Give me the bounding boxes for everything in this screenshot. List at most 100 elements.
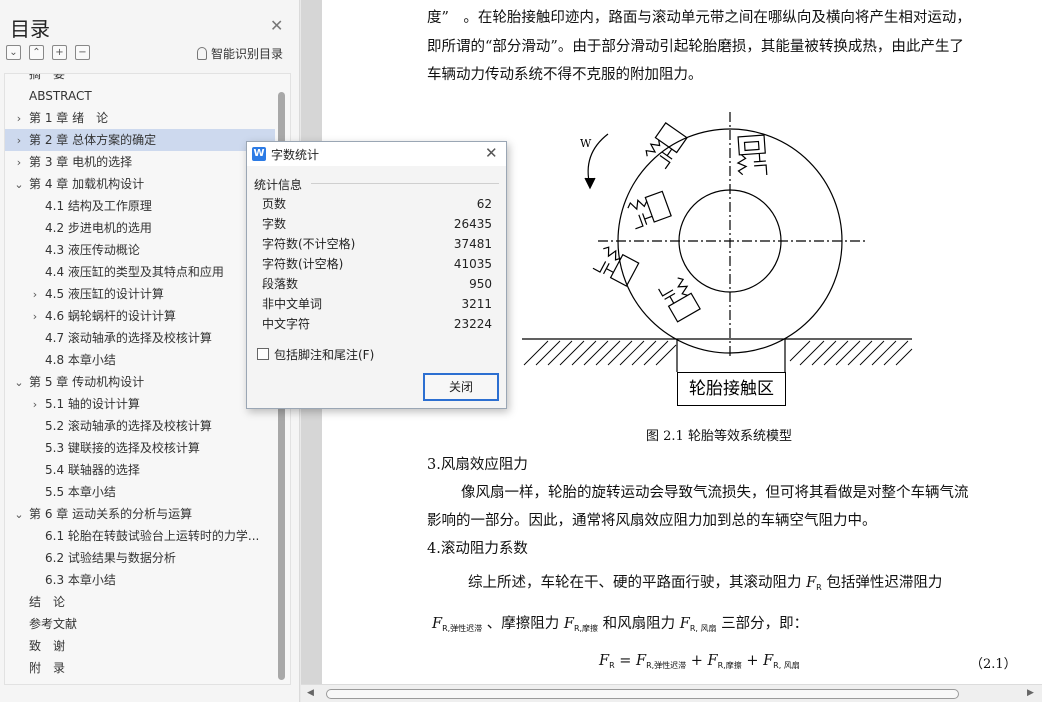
toc-item[interactable]: 5.5 本章小结 xyxy=(5,481,275,503)
toc-item-label: 6.3 本章小结 xyxy=(45,573,116,587)
horizontal-scroll-thumb[interactable] xyxy=(326,689,959,699)
para-rolling-text-a: 综上所述，车轮在干、硬的平路面行驶，其滚动阻力 xyxy=(468,575,802,591)
remove-heading-icon[interactable]: − xyxy=(75,45,90,60)
symbol-f: F xyxy=(636,653,647,669)
close-button[interactable]: 关闭 xyxy=(423,373,499,401)
toc-item-label: 6.2 试验结果与数据分析 xyxy=(45,551,176,565)
toc-item[interactable]: 附 录 xyxy=(5,657,275,679)
para-fan-line-1: 像风扇一样，轮胎的旋转运动会导致气流损失，但可将其看做是对整个车辆气流 xyxy=(461,485,969,501)
stat-value: 62 xyxy=(476,197,492,211)
chevron-right-icon[interactable]: › xyxy=(13,108,25,129)
chevron-right-icon[interactable]: › xyxy=(29,284,41,305)
toc-item[interactable]: › 4.6 蜗轮蜗杆的设计计算 xyxy=(5,305,275,327)
subscript-friction: R,摩擦 xyxy=(717,661,742,670)
chevron-down-icon[interactable]: ⌄ xyxy=(13,372,25,393)
doc-line-1: 度” 。在轮胎接触印迹内，路面与滚动单元带之间在哪纵向及横向将产生相对运动， xyxy=(427,10,971,26)
toc-item[interactable]: 4.4 液压缸的类型及其特点和应用 xyxy=(5,261,275,283)
toc-item-label: 5.5 本章小结 xyxy=(45,485,116,499)
stat-row: 字符数(不计空格) 37481 xyxy=(262,234,492,254)
toc-item[interactable]: 结 论 xyxy=(5,591,275,613)
plus-sign: + xyxy=(746,653,759,669)
toc-item-label: 参考文献 xyxy=(29,617,78,631)
toc-item-label: 6.1 轮胎在转鼓试验台上运转时的力学... xyxy=(45,529,260,543)
add-heading-icon[interactable]: + xyxy=(52,45,67,60)
toc-item-label: ABSTRACT xyxy=(29,89,92,103)
close-icon[interactable]: ✕ xyxy=(270,16,283,35)
toc-item[interactable]: 4.2 步进电机的选用 xyxy=(5,217,275,239)
para-rolling-text-d: 和风扇阻力 xyxy=(602,616,676,632)
toc-item[interactable]: 4.1 结构及工作原理 xyxy=(5,195,275,217)
equals-sign: = xyxy=(619,653,632,669)
chevron-right-icon[interactable]: › xyxy=(29,394,41,415)
toc-item-label: 5.4 联轴器的选择 xyxy=(45,463,140,477)
toc-item-label: 第 3 章 电机的选择 xyxy=(29,155,133,169)
stat-row: 字数 26435 xyxy=(262,214,492,234)
toc-item[interactable]: › 4.5 液压缸的设计计算 xyxy=(5,283,275,305)
chevron-right-icon[interactable]: › xyxy=(29,306,41,327)
toc-item[interactable]: 4.7 滚动轴承的选择及校核计算 xyxy=(5,327,275,349)
toc-item[interactable]: ⌄ 第 4 章 加载机构设计 xyxy=(5,173,275,195)
word-count-dialog: W 字数统计 ✕ 统计信息 页数 62 字数 26435 字符数(不计空格) 37481 字… xyxy=(246,141,507,409)
toc-item[interactable]: 摘 要 xyxy=(5,74,275,85)
para-rolling-text-e: 三部分，即： xyxy=(721,616,809,632)
toc-item[interactable]: 4.8 本章小结 xyxy=(5,349,275,371)
include-footnotes-checkbox[interactable] xyxy=(257,348,269,360)
symbol-f: F xyxy=(707,653,718,669)
toc-item-label: 4.6 蜗轮蜗杆的设计计算 xyxy=(45,309,176,323)
toc-item[interactable]: 6.2 试验结果与数据分析 xyxy=(5,547,275,569)
toc-item[interactable]: › 第 1 章 绪 论 xyxy=(5,107,275,129)
subscript-fan: R, 风扇 xyxy=(773,661,800,670)
stats-section-label: 统计信息 xyxy=(254,178,303,192)
toc-item[interactable]: 参考文献 xyxy=(5,613,275,635)
stat-value: 950 xyxy=(469,277,492,291)
toc-item[interactable]: 4.3 液压传动概论 xyxy=(5,239,275,261)
figure-caption: 图 2.1 轮胎等效系统模型 xyxy=(646,429,792,444)
toc-item[interactable]: › 第 3 章 电机的选择 xyxy=(5,151,275,173)
para-fan-line-2: 影响的一部分。因此，通常将风扇效应阻力加到总的车辆空气阻力中。 xyxy=(427,513,877,529)
para-rolling-text-c: 、摩擦阻力 xyxy=(486,616,560,632)
doc-line-2: 即所谓的“部分滑动”。由于部分滑动引起轮胎磨损，其能量被转换成热，由此产生了 xyxy=(427,39,964,55)
toc-item[interactable]: 6.1 轮胎在转鼓试验台上运转时的力学... xyxy=(5,525,275,547)
toc-item[interactable]: › 第 2 章 总体方案的确定 xyxy=(5,129,275,151)
chevron-down-icon[interactable]: ⌄ xyxy=(13,504,25,525)
scroll-left-icon[interactable]: ◀ xyxy=(307,688,314,698)
expand-all-icon[interactable]: ⌄ xyxy=(6,45,21,60)
dialog-titlebar[interactable]: W 字数统计 ✕ xyxy=(247,142,506,166)
toc-item[interactable]: ABSTRACT xyxy=(5,85,275,107)
stat-row: 段落数 950 xyxy=(262,274,492,294)
stat-value: 23224 xyxy=(453,317,492,331)
smart-identify-button[interactable]: 智能识别目录 xyxy=(197,45,283,62)
doc-line-3: 车辆动力传动系统不得不克服的附加阻力。 xyxy=(427,67,703,83)
scroll-right-icon[interactable]: ▶ xyxy=(1027,688,1034,698)
stat-value: 3211 xyxy=(461,297,492,311)
toc-item-label: 4.8 本章小结 xyxy=(45,353,116,367)
lightbulb-icon xyxy=(197,47,207,60)
contact-zone-label: 轮胎接触区 xyxy=(677,372,786,406)
toc-item[interactable]: › 5.1 轴的设计计算 xyxy=(5,393,275,415)
toc-item[interactable]: 5.3 键联接的选择及校核计算 xyxy=(5,437,275,459)
toc-item-label: 4.1 结构及工作原理 xyxy=(45,199,152,213)
toc-item[interactable]: ⌄ 第 6 章 运动关系的分析与运算 xyxy=(5,503,275,525)
para-rolling-line-1: 综上所述，车轮在干、硬的平路面行驶，其滚动阻力 FR 包括弹性迟滞阻力 xyxy=(468,571,942,592)
collapse-all-icon[interactable]: ⌃ xyxy=(29,45,44,60)
horizontal-scrollbar[interactable]: ◀ ▶ xyxy=(301,684,1042,702)
chevron-right-icon[interactable]: › xyxy=(13,152,25,173)
close-icon[interactable]: ✕ xyxy=(485,144,498,162)
stat-row: 非中文单词 3211 xyxy=(262,294,492,314)
toc-item[interactable]: 5.2 滚动轴承的选择及校核计算 xyxy=(5,415,275,437)
toc-item[interactable]: ⌄ 第 5 章 传动机构设计 xyxy=(5,371,275,393)
equation-number: （2.1） xyxy=(970,657,1017,672)
include-footnotes-label[interactable]: 包括脚注和尾注(F) xyxy=(274,346,374,363)
symbol-f: F xyxy=(763,653,774,669)
chevron-right-icon[interactable]: › xyxy=(13,130,25,151)
toc-item[interactable]: 6.3 本章小结 xyxy=(5,569,275,591)
toc-item[interactable]: 致 谢 xyxy=(5,635,275,657)
toc-item-label: 4.7 滚动轴承的选择及校核计算 xyxy=(45,331,212,345)
toc-item-label: 结 论 xyxy=(29,595,66,609)
para-rolling-line-2: FR,弹性迟滞 、摩擦阻力 FR,摩擦 和风扇阻力 FR, 风扇 三部分，即： xyxy=(432,612,808,634)
toc-item[interactable]: 5.4 联轴器的选择 xyxy=(5,459,275,481)
smart-identify-label: 智能识别目录 xyxy=(211,47,284,61)
toc-toolbar: ⌄ ⌃ + − xyxy=(6,45,90,61)
chevron-down-icon[interactable]: ⌄ xyxy=(13,174,25,195)
toc-title: 目录 xyxy=(10,17,50,41)
